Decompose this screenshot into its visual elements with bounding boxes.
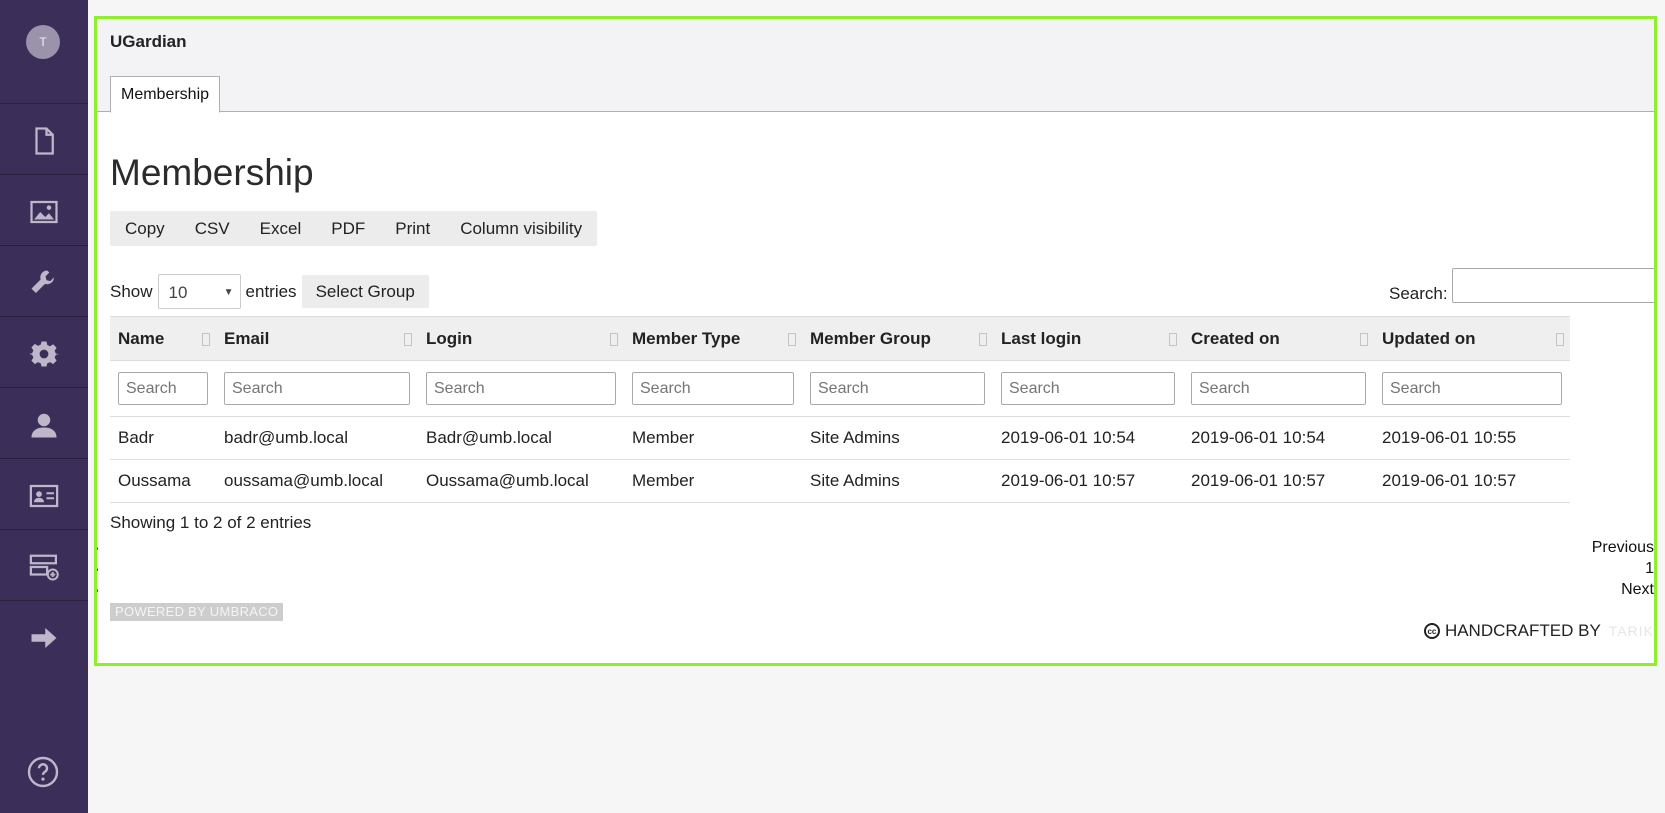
cell-login: Badr@umb.local — [426, 428, 552, 447]
column-header[interactable]: Member Group — [802, 317, 993, 361]
column-header[interactable]: Created on — [1183, 317, 1374, 361]
next-link[interactable]: Next — [1592, 579, 1654, 600]
table-header-row: Name Email Login Member Type Member Grou… — [110, 316, 1570, 361]
sort-icon — [202, 333, 210, 346]
excel-button[interactable]: Excel — [245, 211, 317, 246]
filter-input[interactable] — [1001, 372, 1175, 405]
csv-button[interactable]: CSV — [180, 211, 245, 246]
cell-member-group: Site Admins — [810, 428, 900, 447]
arrow-right-icon — [31, 628, 57, 648]
handcrafted-label: HANDCRAFTED BY — [1444, 621, 1601, 640]
sort-icon — [1169, 333, 1177, 346]
entries-length: Show 10 ▼ entries Select Group — [110, 274, 429, 309]
cell-updated-on: 2019-06-01 10:57 — [1382, 471, 1517, 490]
tab-membership[interactable]: Membership — [110, 76, 221, 113]
user-icon — [31, 413, 57, 438]
help-button[interactable] — [26, 755, 60, 789]
server-add-icon — [29, 554, 59, 581]
cell-updated-on: 2019-06-01 10:55 — [1382, 428, 1517, 447]
sidebar-item-redirect[interactable] — [0, 600, 88, 675]
image-icon — [30, 200, 58, 224]
cell-member-group: Site Admins — [810, 471, 900, 490]
page-link-1[interactable]: 1 — [1592, 558, 1654, 579]
entries-select-value: 10 — [168, 283, 188, 302]
pagination: Previous 1 Next — [1592, 537, 1654, 600]
sidebar-item-members[interactable] — [0, 458, 88, 533]
filter-row — [110, 361, 1570, 417]
sidebar-item-developer[interactable] — [0, 316, 88, 391]
sort-icon — [979, 333, 987, 346]
sort-icon — [1556, 333, 1564, 346]
powered-by-badge[interactable]: POWERED BY UMBRACO — [110, 603, 284, 621]
user-avatar[interactable]: T — [26, 25, 60, 59]
filter-input[interactable] — [1191, 372, 1366, 405]
wrench-icon — [31, 270, 54, 293]
cell-member-type: Member — [632, 471, 695, 490]
column-visibility-button[interactable]: Column visibility — [445, 211, 597, 246]
app-header: UGardian Membership — [97, 19, 1654, 113]
table-row[interactable]: Oussama oussama@umb.local Oussama@umb.lo… — [110, 460, 1570, 503]
sort-icon — [1360, 333, 1368, 346]
cell-login: Oussama@umb.local — [426, 471, 589, 490]
page-title: Membership — [110, 152, 314, 193]
copy-button[interactable]: Copy — [110, 211, 180, 246]
gear-icon — [29, 341, 59, 367]
export-buttons: Copy CSV Excel PDF Print Column visibili… — [110, 211, 598, 246]
cell-last-login: 2019-06-01 10:54 — [1001, 428, 1136, 447]
entries-select[interactable]: 10 ▼ — [157, 274, 241, 309]
filter-input[interactable] — [118, 372, 208, 405]
column-header[interactable]: Updated on — [1374, 317, 1570, 361]
column-header[interactable]: Last login — [993, 317, 1183, 361]
search-label: Search: — [1389, 284, 1448, 303]
handcrafted-credit: cc HANDCRAFTED BY TARIK — [1423, 621, 1654, 641]
sort-icon — [788, 333, 796, 346]
pdf-button[interactable]: PDF — [316, 211, 380, 246]
filter-input[interactable] — [632, 372, 794, 405]
help-icon — [27, 756, 59, 788]
filter-input[interactable] — [224, 372, 410, 405]
sidebar-item-users[interactable] — [0, 387, 88, 462]
creative-commons-icon: cc — [1423, 623, 1440, 639]
search-input[interactable] — [1452, 268, 1654, 303]
cell-name: Badr — [118, 428, 154, 447]
table-info: Showing 1 to 2 of 2 entries — [110, 513, 312, 532]
show-label: Show — [110, 281, 153, 301]
print-button[interactable]: Print — [380, 211, 445, 246]
chevron-down-icon: ▼ — [223, 287, 234, 298]
sort-icon — [404, 333, 412, 346]
sort-icon — [610, 333, 618, 346]
cell-created-on: 2019-06-01 10:54 — [1191, 428, 1326, 447]
app-title: UGardian — [110, 32, 187, 51]
sidebar-item-content[interactable] — [0, 103, 88, 178]
members-table: Name Email Login Member Type Member Grou… — [110, 316, 1570, 503]
table-row[interactable]: Badr badr@umb.local Badr@umb.local Membe… — [110, 417, 1570, 460]
content-frame: UGardian Membership Membership Copy CSV … — [94, 16, 1657, 666]
previous-link[interactable]: Previous — [1592, 537, 1654, 558]
cell-member-type: Member — [632, 428, 695, 447]
cell-name: Oussama — [118, 471, 191, 490]
sidebar: T — [0, 0, 88, 813]
cell-email: oussama@umb.local — [224, 471, 383, 490]
id-card-icon — [29, 484, 59, 508]
sidebar-item-media[interactable] — [0, 174, 88, 249]
pager-bullets: • • • — [95, 544, 99, 597]
sidebar-item-settings[interactable] — [0, 245, 88, 320]
cell-last-login: 2019-06-01 10:57 — [1001, 471, 1136, 490]
document-icon — [35, 127, 54, 155]
cell-email: badr@umb.local — [224, 428, 349, 447]
sidebar-item-forms[interactable] — [0, 529, 88, 604]
column-header[interactable]: Member Type — [624, 317, 802, 361]
select-group-button[interactable]: Select Group — [301, 275, 429, 308]
column-header[interactable]: Name — [110, 317, 216, 361]
filter-input[interactable] — [1382, 372, 1562, 405]
column-header[interactable]: Login — [418, 317, 624, 361]
filter-input[interactable] — [426, 372, 616, 405]
author-link[interactable]: TARIK — [1609, 623, 1654, 639]
cell-created-on: 2019-06-01 10:57 — [1191, 471, 1326, 490]
entries-label: entries — [245, 281, 297, 301]
filter-input[interactable] — [810, 372, 985, 405]
column-header[interactable]: Email — [216, 317, 418, 361]
